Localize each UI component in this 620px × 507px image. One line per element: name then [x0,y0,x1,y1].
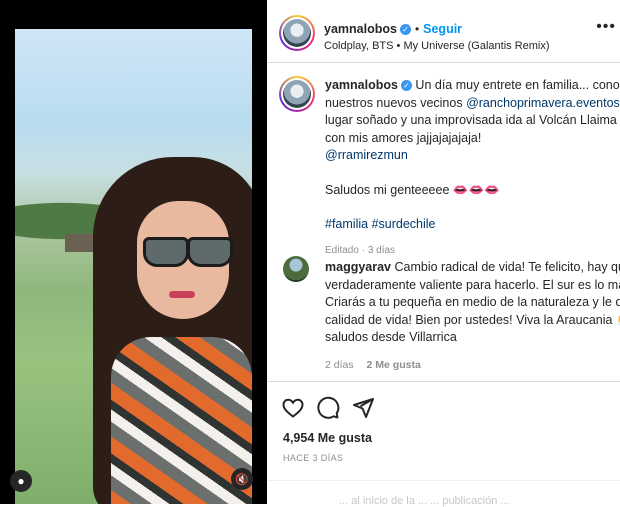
comments-section: yamnalobos✓ Un día muy entrete en famili… [267,63,620,380]
caption-line-5: @rramirezmun [325,147,620,165]
comment-text: calidad de vida! Bien por ustedes! Viva … [325,313,612,327]
hashtag-link[interactable]: #surdechile [372,217,436,231]
follow-button[interactable]: Seguir [423,22,462,36]
person-lips [169,291,195,298]
hashtag-link[interactable]: #familia [325,217,368,231]
caption-username[interactable]: yamnalobos [325,78,398,92]
post-time[interactable]: HACE 3 DÍAS [283,453,343,463]
comment-line: maggyarav Cambio radical de vida! Te fel… [325,259,620,277]
comment-line: calidad de vida! Bien por ustedes! Viva … [325,312,620,330]
heart-icon[interactable] [281,396,305,420]
comment-text: Cambio radical de vida! Te felicito, hay… [395,260,620,274]
separator-dot: • [415,22,419,36]
caption-line-3: lugar soñado y una improvisada ida al Vo… [325,112,620,130]
caption-text: lugar soñado y una improvisada ida al Vo… [325,113,617,127]
post-header: yamnalobos✓ • Seguir Coldplay, BTS • My Un… [267,0,620,63]
more-options-icon[interactable]: ••• [596,18,616,36]
caption-text: nuestros nuevos vecinos [325,96,466,110]
lips-emoji: 👄👄👄 [453,183,500,197]
caption-hashtags: #familia #surdechile [325,216,620,234]
mention-link[interactable]: @rramirezmun [325,148,408,162]
separator-dot: · [359,245,368,256]
caption-greeting: Saludos mi genteeeee 👄👄👄 [325,182,620,200]
avatar[interactable] [279,15,315,51]
user-tag-icon[interactable]: ● [10,470,32,492]
comment-username[interactable]: maggyarav [325,260,391,274]
caption-line-2: nuestros nuevos vecinos @ranchoprimavera… [325,95,620,113]
comment-likes[interactable]: 2 Me gusta [367,359,421,371]
comment-time: 2 días [325,359,354,371]
comment-icon[interactable] [316,396,340,420]
edited-info: Editado · 3 días [325,240,620,258]
edited-label: Editado [325,245,359,256]
verified-icon: ✓ [401,80,412,91]
mute-icon[interactable]: 🔇 [231,468,253,490]
mention-link[interactable]: @ranchoprimavera.eventos [466,96,620,110]
clap-emoji: 👏 [616,313,620,327]
bottom-faded-text: ... al inicio de la ... ... publicación … [339,495,510,507]
comment-line: verdaderamente valiente para hacerlo. El… [325,277,620,295]
caption-line-1: yamnalobos✓ Un día muy entrete en famili… [325,77,620,95]
comment-line: saludos desde Villarrica [325,329,620,347]
share-icon[interactable] [351,396,375,420]
verified-icon: ✓ [400,24,411,35]
sunglasses [135,237,233,263]
avatar[interactable] [283,256,309,282]
comment-meta: 2 días 2 Me gusta [325,359,620,371]
caption-text: Saludos mi genteeeee [325,183,449,197]
comment: maggyarav Cambio radical de vida! Te fel… [325,259,620,371]
post-photo[interactable] [15,29,252,504]
caption-line-4: con mis amores jajjajajajaja! [325,130,620,148]
caption-text: Un día muy entrete en familia... conocie… [415,78,620,92]
edited-time: 3 días [368,245,395,256]
likes-count[interactable]: 4,954 Me gusta [283,431,372,445]
avatar[interactable] [279,76,315,112]
username[interactable]: yamnalobos [324,22,397,36]
comment-input-bar: ... al inicio de la ... ... publicación … [267,480,620,505]
post-panel: yamnalobos✓•Seguir Coldplay, BTS • My Un… [267,0,620,504]
comment-line: Criarás a tu pequeña en medio de la natu… [325,294,620,312]
music-info[interactable]: Coldplay, BTS • My Universe (Galantis Re… [324,40,550,52]
